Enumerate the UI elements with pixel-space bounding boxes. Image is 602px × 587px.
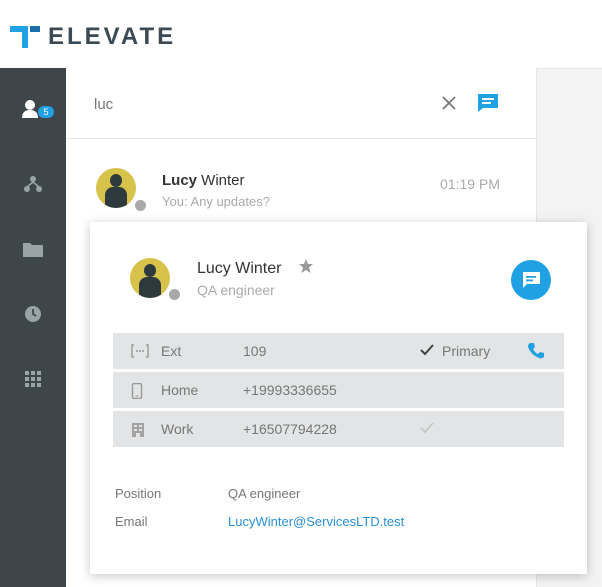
unread-badge: 5 <box>38 106 54 118</box>
logo: ELEVATE <box>10 22 176 52</box>
phone-row-ext: Ext 109 Primary <box>113 333 564 369</box>
contact-card: Lucy Winter QA engineer Ext 109 Primary <box>90 222 587 574</box>
chat-icon <box>478 94 498 112</box>
phone-row-home: Home +19993336655 <box>113 372 564 408</box>
contact-name: Lucy Winter <box>197 260 282 277</box>
start-chat-button[interactable] <box>511 260 551 300</box>
new-chat-button[interactable] <box>474 90 502 116</box>
primary-label: Primary <box>442 343 491 359</box>
name-match: Lucy <box>162 172 198 189</box>
clock-icon <box>25 306 41 322</box>
phone-number: +19993336655 <box>243 382 337 398</box>
folder-icon <box>23 243 43 257</box>
org-chart-icon <box>24 176 42 192</box>
sidebar-item-dialpad[interactable] <box>0 354 66 404</box>
name-rest: Winter <box>197 172 245 189</box>
phone-row-work: Work +16507794228 <box>113 411 564 447</box>
contact-presence-indicator <box>167 287 182 302</box>
mobile-icon <box>131 383 143 399</box>
search-bar <box>66 68 536 139</box>
check-icon[interactable] <box>420 421 434 435</box>
position-value: QA engineer <box>228 486 301 501</box>
email-field: LucyWinter@ServicesLTD.test <box>228 514 404 529</box>
logo-mark-icon <box>10 22 40 52</box>
sidebar-item-history[interactable] <box>0 289 66 339</box>
sidebar-item-contacts[interactable]: 5 <box>0 84 66 134</box>
conversation-preview: You: Any updates? <box>162 194 270 209</box>
phone-label: Home <box>161 382 199 398</box>
avatar <box>96 168 136 208</box>
contact-avatar <box>130 258 170 298</box>
conversation-name: Lucy Winter <box>162 172 245 189</box>
sidebar-item-team[interactable] <box>0 159 66 209</box>
sidebar: 5 <box>0 68 66 587</box>
phone-label: Ext <box>161 343 182 359</box>
phone-list: Ext 109 Primary Home +19993336655 Work +… <box>113 333 564 450</box>
logo-text: ELEVATE <box>48 23 177 50</box>
conversation-time: 01:19 PM <box>440 176 500 192</box>
top-bar: ELEVATE <box>0 0 602 69</box>
presence-indicator <box>133 198 148 213</box>
phone-label: Work <box>161 421 194 437</box>
clear-search-button[interactable] <box>436 90 462 116</box>
email-label: Email <box>115 514 148 529</box>
chat-icon <box>523 272 540 288</box>
ext-icon <box>131 344 149 358</box>
grid-icon <box>25 371 41 387</box>
email-link[interactable]: LucyWinter@ServicesLTD.test <box>228 514 404 529</box>
close-icon <box>442 96 456 110</box>
search-input[interactable] <box>92 92 396 116</box>
position-label: Position <box>115 486 162 501</box>
building-icon <box>132 423 144 437</box>
phone-icon[interactable] <box>526 341 546 361</box>
check-icon <box>420 344 434 356</box>
sidebar-item-files[interactable] <box>0 224 66 274</box>
contact-role: QA engineer <box>197 282 275 298</box>
phone-number: +16507794228 <box>243 421 337 437</box>
phone-number: 109 <box>243 343 267 359</box>
star-icon[interactable] <box>298 258 314 274</box>
